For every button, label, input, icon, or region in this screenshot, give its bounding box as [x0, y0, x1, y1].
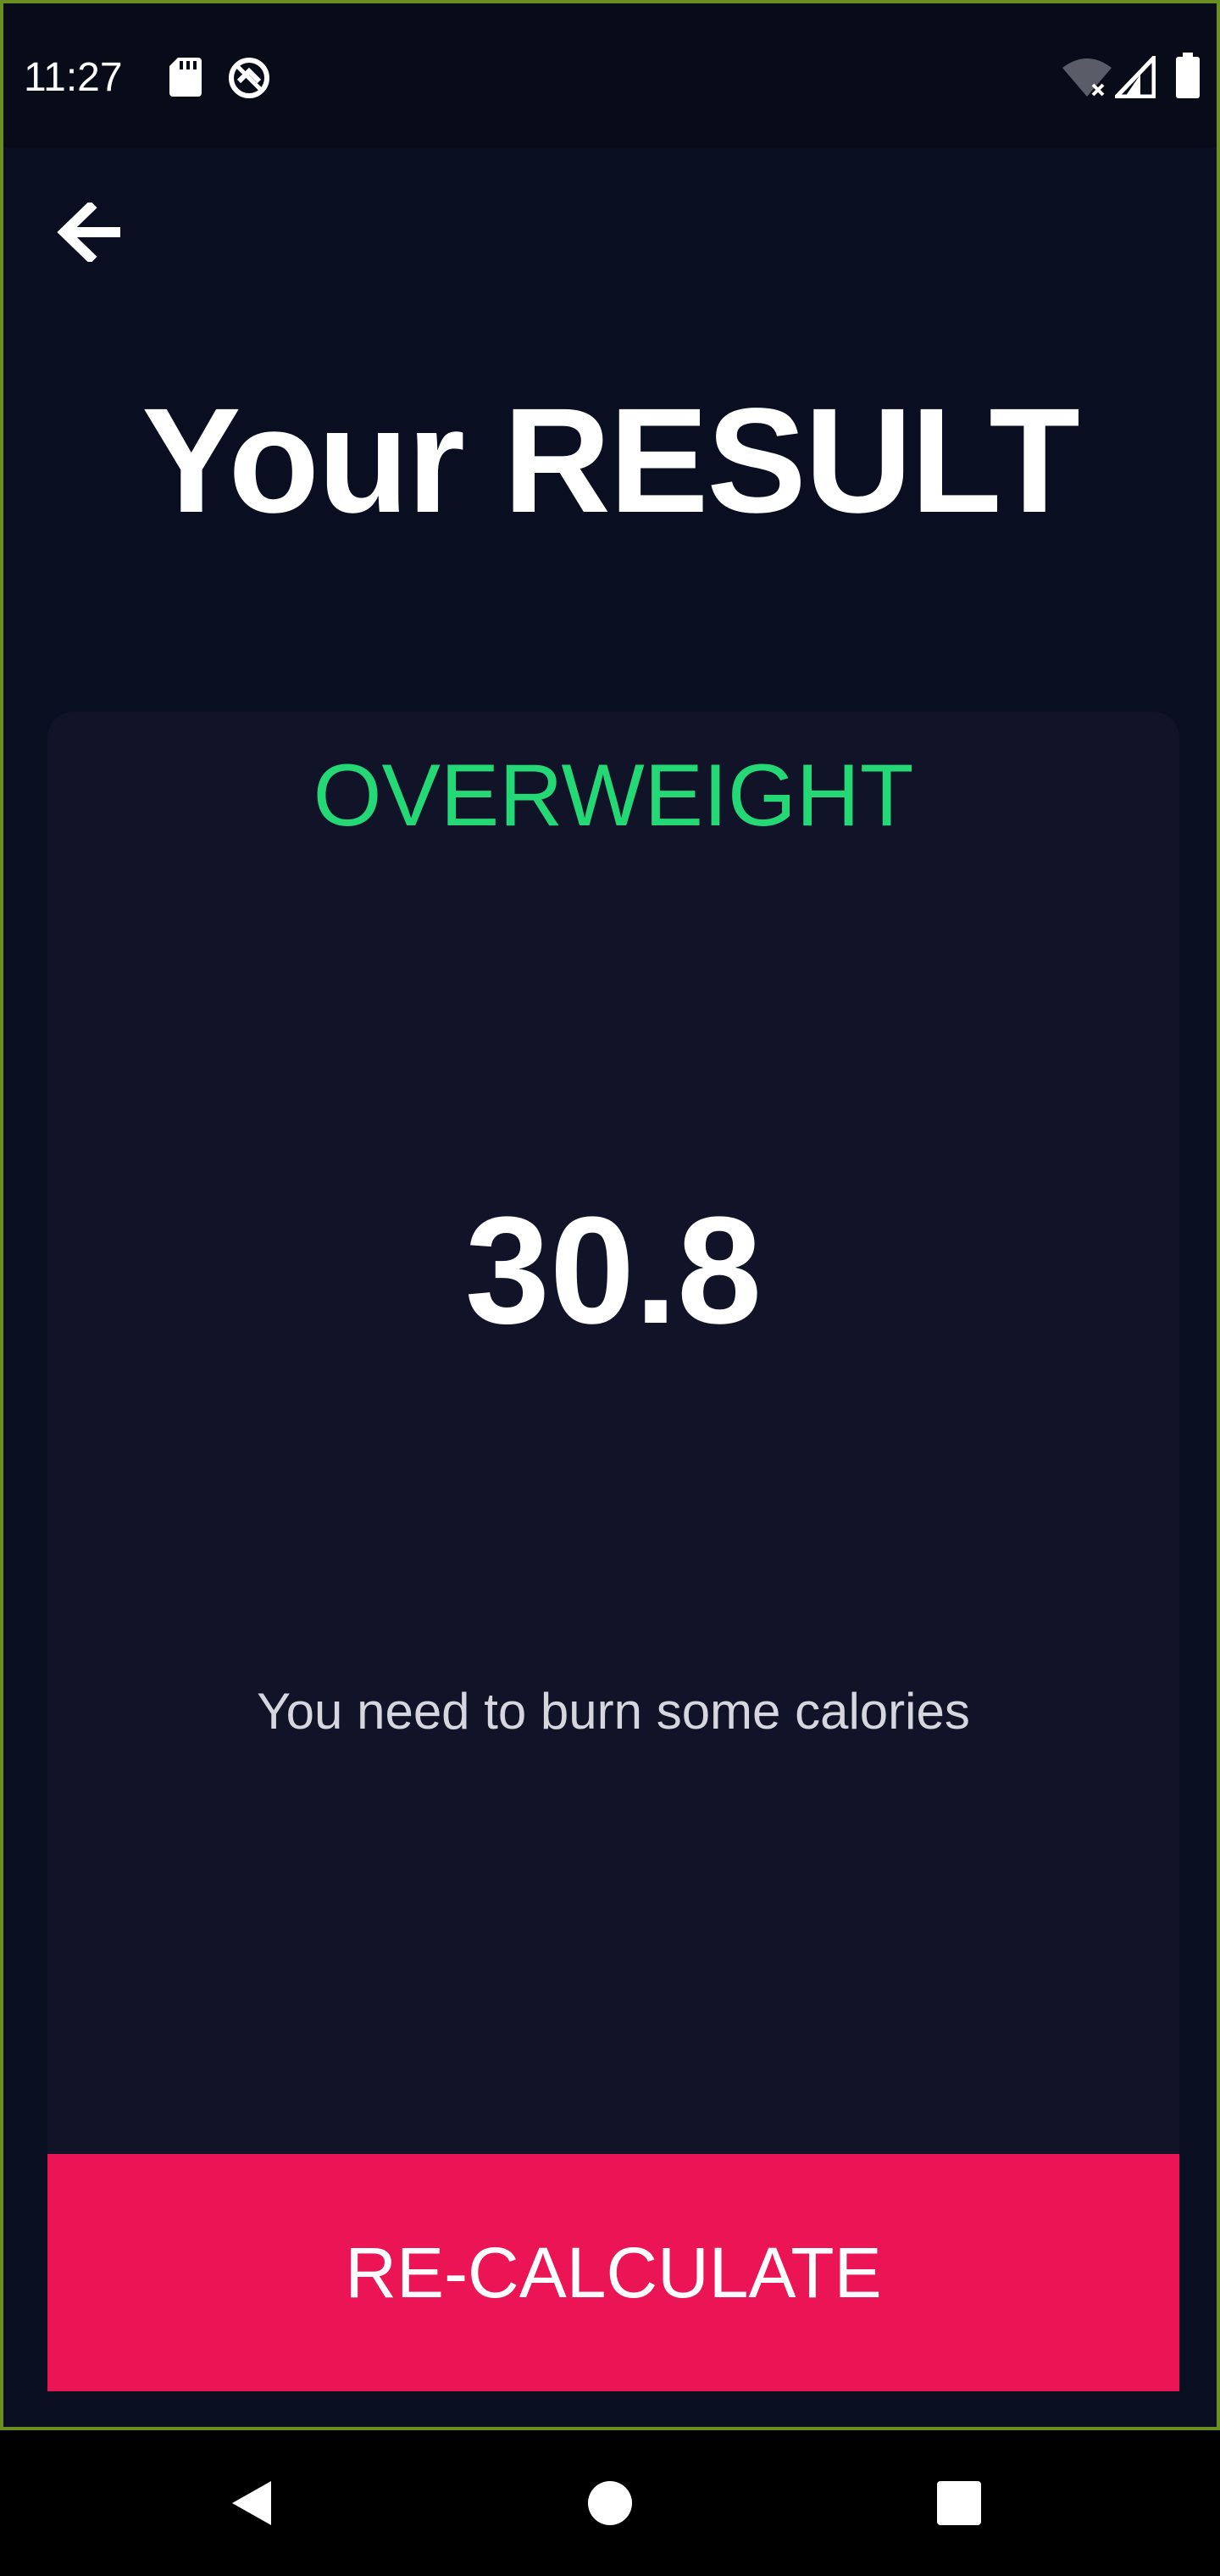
recalculate-label: RE-CALCULATE [345, 2233, 882, 2312]
app-screen: 11:27 Your RESULT OVERWEIGHT 30.8 You ne… [0, 0, 1220, 2430]
back-button[interactable] [46, 190, 130, 275]
nav-recents-icon[interactable] [937, 2481, 981, 2525]
advice-text: You need to burn some calories [257, 1683, 970, 1740]
nav-back-icon[interactable] [229, 2478, 280, 2529]
status-time: 11:27 [24, 55, 123, 100]
recalculate-button[interactable]: RE-CALCULATE [47, 2154, 1179, 2391]
cell-signal-icon [1115, 56, 1156, 98]
page-title: Your RESULT [141, 378, 1080, 544]
wifi-off-icon [1062, 58, 1112, 97]
result-card: OVERWEIGHT 30.8 You need to burn some ca… [47, 712, 1179, 2390]
result-status-label: OVERWEIGHT [313, 747, 914, 845]
system-nav-bar [0, 2430, 1220, 2576]
status-bar: 11:27 [3, 3, 1217, 147]
battery-icon [1176, 53, 1200, 98]
bmi-value: 30.8 [464, 1185, 762, 1356]
arrow-left-icon [57, 203, 120, 262]
sync-icon [229, 58, 269, 98]
nav-home-icon[interactable] [586, 2479, 634, 2527]
sd-card-icon [169, 58, 202, 97]
